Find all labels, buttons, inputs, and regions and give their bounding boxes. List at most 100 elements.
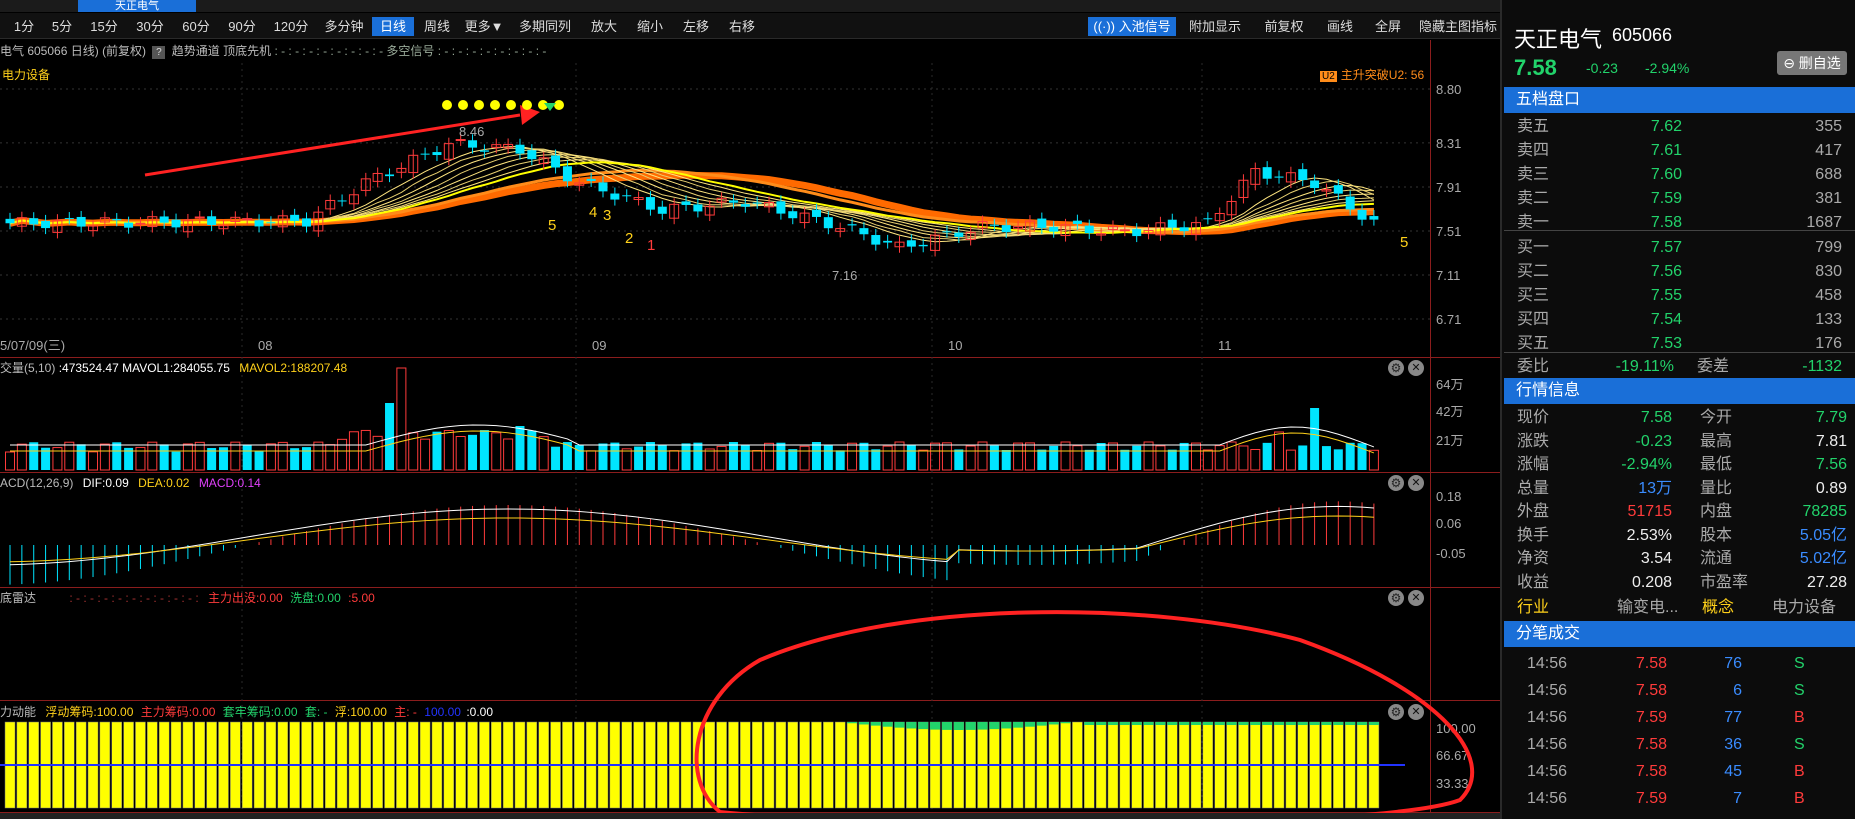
momentum-bar [763, 721, 775, 809]
candle-up [443, 143, 454, 160]
period-button-5[interactable]: 90分 [220, 17, 264, 36]
momentum-bar [953, 721, 965, 809]
candle-down [1262, 167, 1272, 179]
concept-value[interactable]: 电力设备 [1772, 596, 1836, 620]
candle-down [1167, 219, 1177, 228]
tick-volume: 77 [1724, 709, 1742, 726]
momentum-close-icon[interactable]: ✕ [1408, 704, 1424, 720]
candle-down [468, 140, 478, 148]
tool-button-2[interactable]: 缩小 [628, 17, 672, 36]
right-tool-button-1[interactable]: 附加显示 [1180, 17, 1250, 36]
tick-row[interactable]: 14:56 7.58 45 B [1502, 760, 1855, 784]
adjust-label[interactable]: (前复权) [102, 44, 146, 58]
momentum-trap-short: 套: - [304, 705, 328, 719]
momentum-bar [1202, 721, 1214, 809]
ticks-title[interactable]: 分笔成交 [1504, 621, 1855, 647]
radar-close-icon[interactable]: ✕ [1408, 590, 1424, 606]
momentum-green [1107, 722, 1118, 725]
industry-value[interactable]: 输变电... [1617, 596, 1678, 620]
volume-bar-down [776, 442, 786, 470]
momentum-bar [40, 721, 51, 809]
volume-close-icon[interactable]: ✕ [1408, 360, 1424, 376]
market-info-value: 3.54 [1640, 550, 1672, 567]
momentum-bar [419, 721, 431, 809]
momentum-green [1001, 722, 1012, 729]
right-tool-button-3[interactable]: 画线 [1318, 17, 1362, 36]
period-button-4[interactable]: 60分 [174, 17, 218, 36]
candle-down [420, 153, 430, 155]
order-book-title[interactable]: 五档盘口 [1504, 87, 1855, 113]
period-button-3[interactable]: 30分 [128, 17, 172, 36]
tick-row[interactable]: 14:56 7.59 77 B [1502, 706, 1855, 730]
ask-row[interactable]: 卖三 7.60 688 [1502, 163, 1855, 187]
period-button-2[interactable]: 15分 [82, 17, 126, 36]
tab-stock[interactable]: 天正电气 [78, 0, 196, 12]
bid-row-label: 买一 [1517, 239, 1550, 256]
bid-row-label: 买四 [1517, 311, 1550, 328]
candle-down [266, 222, 276, 224]
candle-down [859, 228, 869, 235]
market-info-title[interactable]: 行情信息 [1504, 378, 1855, 404]
period-button-9[interactable]: 周线 [416, 17, 458, 36]
period-button-0[interactable]: 1分 [6, 17, 42, 36]
volume-bar-up [99, 443, 110, 471]
momentum-bar [431, 721, 443, 809]
momentum-green [1357, 722, 1368, 725]
volume-bar-down [1179, 442, 1189, 470]
main-kline-chart[interactable]: 8.808.317.917.517.116.715/07/09(三) 08 09 10… [0, 0, 1500, 819]
momentum-settings-icon[interactable]: ⚙ [1388, 704, 1404, 720]
right-tool-button-4[interactable]: 全屏 [1366, 17, 1410, 36]
candle-down [64, 218, 74, 220]
momentum-bar [111, 721, 122, 809]
bottom-tab-strip[interactable] [0, 813, 1500, 819]
momentum-green [1036, 722, 1047, 726]
ask-row[interactable]: 卖二 7.59 381 [1502, 187, 1855, 211]
right-tool-button-0[interactable]: ((·)) 入池信号 [1088, 17, 1176, 36]
ask-row-label: 卖一 [1517, 214, 1550, 231]
bid-row[interactable]: 买二 7.56 830 [1502, 260, 1855, 284]
volume-bar-down [41, 447, 51, 470]
momentum-green [870, 722, 881, 726]
period-button-6[interactable]: 120分 [266, 17, 316, 36]
candle-up [182, 219, 193, 233]
radar-settings-icon[interactable]: ⚙ [1388, 590, 1404, 606]
volume-bar-up [894, 441, 905, 471]
momentum-green [1131, 722, 1142, 725]
volume-bar-up [5, 451, 15, 471]
period-button-7[interactable]: 多分钟 [318, 17, 370, 36]
bid-row[interactable]: 买四 7.54 133 [1502, 308, 1855, 332]
bid-row[interactable]: 买三 7.55 458 [1502, 284, 1855, 308]
tick-row[interactable]: 14:56 7.58 6 S [1502, 679, 1855, 703]
volume-bar-down [29, 442, 39, 470]
volume-bar-up [799, 445, 810, 471]
indicator-name[interactable]: 趋势通道 顶底先机 [172, 44, 271, 58]
period-button-10[interactable]: 更多▼ [460, 17, 508, 36]
candle-up [1096, 233, 1107, 236]
candle-down [693, 204, 703, 212]
candle-down [610, 193, 620, 200]
candle-up [1191, 222, 1201, 236]
ask-row[interactable]: 卖五 7.62 355 [1502, 115, 1855, 139]
tool-button-3[interactable]: 左移 [674, 17, 718, 36]
tool-button-1[interactable]: 放大 [582, 17, 626, 36]
right-tool-button-2[interactable]: 前复权 [1254, 17, 1314, 36]
tick-row[interactable]: 14:56 7.59 7 B [1502, 787, 1855, 811]
tick-time: 14:56 [1527, 682, 1568, 699]
tool-button-4[interactable]: 右移 [720, 17, 764, 36]
bid-row[interactable]: 买一 7.57 799 [1502, 236, 1855, 260]
tool-button-0[interactable]: 多期同列 [510, 17, 580, 36]
macd-settings-icon[interactable]: ⚙ [1388, 475, 1404, 491]
candle-down [1132, 229, 1142, 237]
ask-row[interactable]: 卖四 7.61 417 [1502, 139, 1855, 163]
right-tool-button-5[interactable]: 隐藏主图指标 [1414, 17, 1502, 36]
tick-row[interactable]: 14:56 7.58 76 S [1502, 652, 1855, 676]
volume-settings-icon[interactable]: ⚙ [1388, 360, 1404, 376]
macd-close-icon[interactable]: ✕ [1408, 475, 1424, 491]
market-info-value: 5.02亿 [1799, 550, 1847, 567]
period-button-8[interactable]: 日线 [372, 17, 414, 36]
remove-favorite-button[interactable]: ⊖ 删自选 [1777, 51, 1847, 75]
tick-row[interactable]: 14:56 7.58 36 S [1502, 733, 1855, 757]
ask-row[interactable]: 卖一 7.58 1687 [1502, 211, 1855, 235]
help-icon[interactable]: ? [152, 46, 166, 59]
period-button-1[interactable]: 5分 [44, 17, 80, 36]
